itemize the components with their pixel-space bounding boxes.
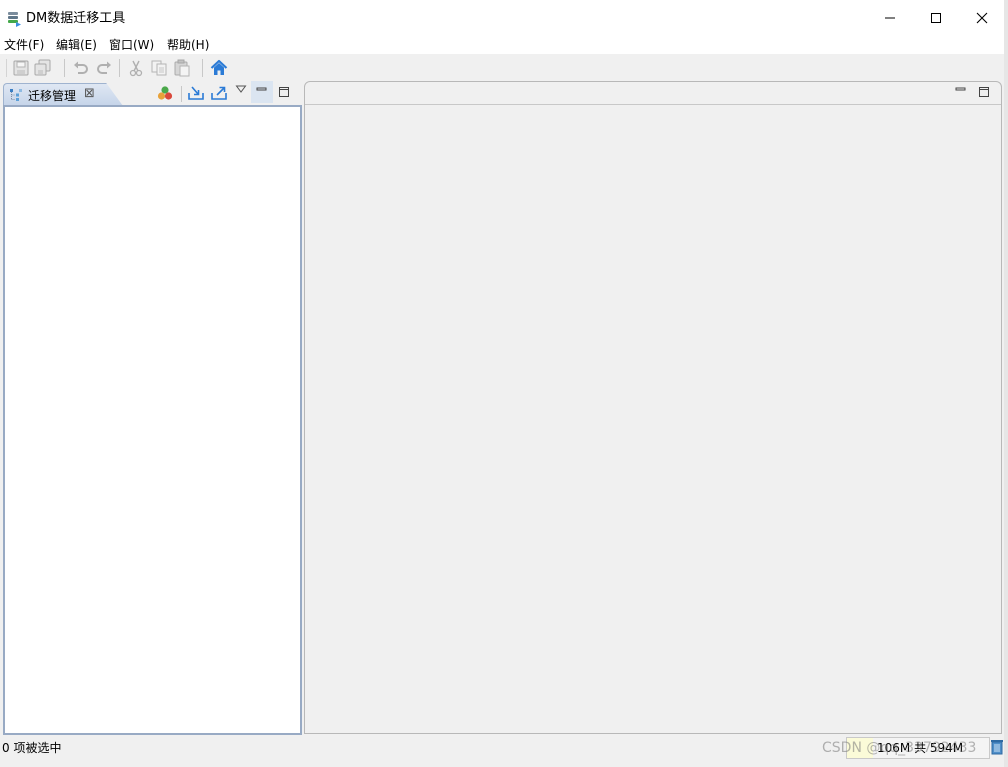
minimize-icon [885,17,895,19]
app-database-icon [8,12,21,27]
redo-icon[interactable] [95,59,113,77]
heap-usage-bar [847,738,873,758]
menu-window[interactable]: 窗口(W) [109,37,154,53]
title-bar: DM数据迁移工具 [0,0,1008,36]
menu-edit[interactable]: 编辑(E) [56,37,97,53]
view-maximize-icon[interactable] [278,86,290,98]
heap-status-label: 106M 共 594M [877,741,964,755]
toolbar-separator [119,59,120,77]
cut-icon[interactable] [127,59,145,77]
copy-icon[interactable] [150,59,168,77]
undo-icon[interactable] [72,59,90,77]
minimize-icon [256,87,267,91]
editor-tab-bar [305,82,1001,105]
menu-bar: 文件(F) 编辑(E) 窗口(W) 帮助(H) [0,36,1008,54]
save-icon[interactable] [12,59,30,77]
toolbar-separator [202,59,203,77]
selection-status: 0 项被选中 [2,741,62,755]
view-menu-dropdown-icon[interactable] [235,84,247,94]
save-all-icon[interactable] [34,59,52,77]
tab-label: 迁移管理 [28,89,77,103]
close-button[interactable] [959,0,1005,36]
menu-file[interactable]: 文件(F) [4,37,44,53]
tab-migration-management[interactable]: 迁移管理 ⊠ [3,83,123,106]
editor-area [304,81,1002,734]
editor-maximize-icon[interactable] [978,86,990,98]
minimize-button[interactable] [867,0,913,36]
migration-management-view: 迁移管理 ⊠ [1,81,302,735]
toolbar-grip [6,59,7,77]
tree-icon [10,89,22,101]
paste-icon[interactable] [173,59,191,77]
migration-tree-panel[interactable] [3,105,302,735]
heap-status: 106M 共 594M [846,737,990,759]
export-icon[interactable] [210,85,228,101]
toolbar [0,54,1008,80]
home-icon[interactable] [210,59,228,77]
maximize-icon [931,13,941,23]
tab-close-icon[interactable]: ⊠ [84,86,95,102]
view-tab-bar: 迁移管理 ⊠ [1,81,300,106]
connection-nodes-icon[interactable] [157,85,173,101]
view-minimize-button[interactable] [251,81,273,103]
maximize-button[interactable] [913,0,959,36]
menu-help[interactable]: 帮助(H) [167,37,209,53]
background-window-edge [1004,0,1008,767]
status-bar: 0 项被选中 106M 共 594M CSDN @qq_33792433 [0,737,1008,767]
editor-minimize-icon[interactable] [955,86,967,94]
import-icon[interactable] [187,85,205,101]
trash-icon[interactable] [990,739,1004,755]
close-icon [976,12,988,24]
toolbar-separator [64,59,65,77]
view-toolbar-separator [181,86,182,102]
window-title: DM数据迁移工具 [26,11,126,26]
